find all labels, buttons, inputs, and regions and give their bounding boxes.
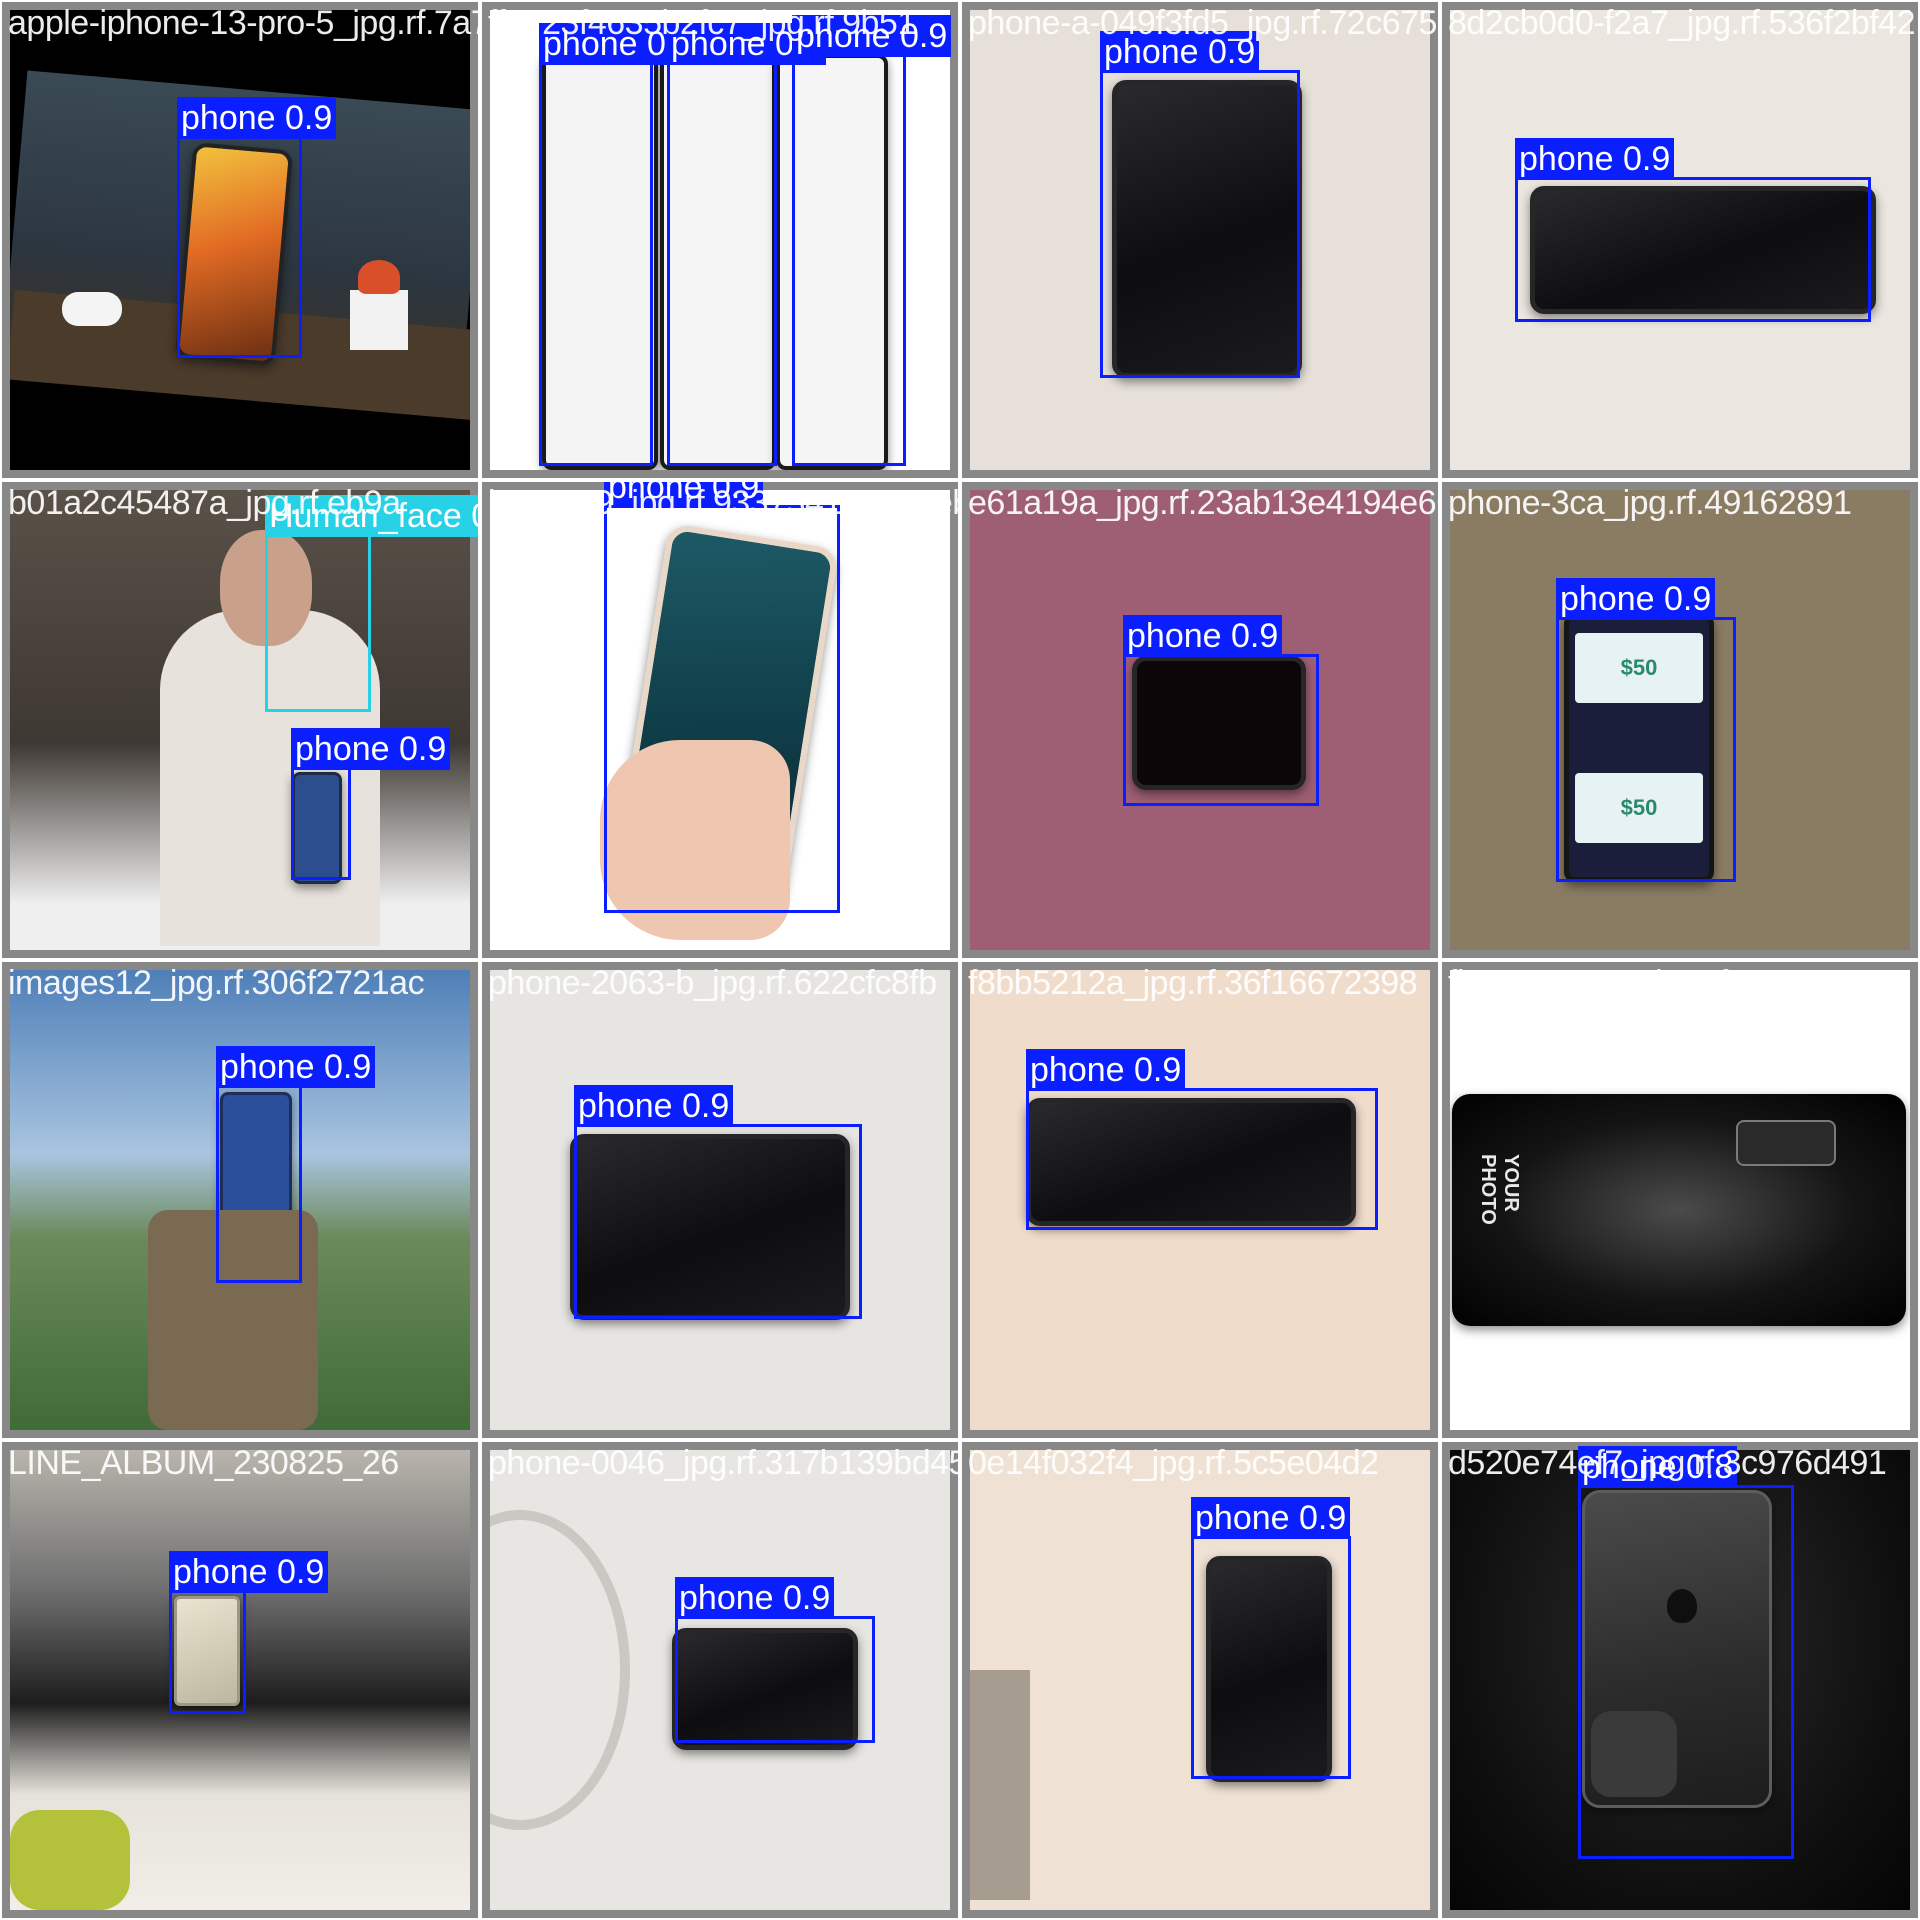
detection-label: phone 0.9 — [1556, 578, 1716, 620]
detection-box: phone 0.9 — [604, 482, 840, 913]
detection-label: phone 0.9 — [574, 1085, 734, 1127]
detection-label: phone 0.9 — [177, 97, 337, 139]
image-tile: phone 0.9 images9_jpg.rf.933734122657eb — [480, 480, 960, 960]
image-tile: YOUR PHOTO fine-23c528c_jpg.rf.0613e2e45 — [1440, 960, 1920, 1440]
image-filename: images12_jpg.rf.306f2721ac — [8, 964, 425, 1002]
detection-box: phone 0.9 — [169, 1551, 329, 1714]
image-tile: phone 0.9 phone-0046_jpg.rf.317b139bd45 — [480, 1440, 960, 1920]
image-tile: phone 0.9 e61a19a_jpg.rf.23ab13e4194e663… — [960, 480, 1440, 960]
image-filename: 8d2cb0d0-f2a7_jpg.rf.536f2bf42 — [1448, 4, 1916, 42]
image-filename: apple-iphone-13-pro-5_jpg.rf.7a71d8bd3ab… — [8, 4, 478, 42]
image-filename: e61a19a_jpg.rf.23ab13e4194e66337 — [968, 484, 1438, 522]
green-object — [10, 1810, 130, 1910]
detection-label: phone 0.9 — [291, 728, 451, 770]
image-tile: Human_face 0.8 phone 0.9 b01a2c45487a_jp… — [0, 480, 480, 960]
detection-box: phone 0.9 — [539, 23, 699, 466]
image-filename: 0e14f032f4_jpg.rf.5c5e04d2 — [968, 1444, 1379, 1482]
detection-box: phone 0.9 — [1100, 31, 1300, 378]
fabric — [970, 1670, 1030, 1900]
detection-box: phone 0.9 — [291, 728, 451, 880]
detection-box: phone 0.9 — [177, 97, 337, 358]
detection-box: phone 0.9 — [792, 15, 952, 466]
image-filename: phone-3ca_jpg.rf.49162891 — [1448, 484, 1852, 522]
detection-box: phone 0.8 — [1578, 1446, 1794, 1859]
detection-label: phone 0.9 — [1191, 1497, 1351, 1539]
detection-box: phone 0.9 — [1026, 1049, 1378, 1230]
detection-box: phone 0.9 — [1123, 615, 1319, 806]
detection-label: phone 0.9 — [216, 1046, 376, 1088]
image-tile: phone 0.9 phone-a-049f3fd5_jpg.rf.72c675… — [960, 0, 1440, 480]
image-filename: phone-a-049f3fd5_jpg.rf.72c675d220dc5812… — [968, 4, 1440, 42]
detection-label: phone 0.9 — [1026, 1049, 1186, 1091]
image-tile: phone 0.9 8d2cb0d0-f2a7_jpg.rf.536f2bf42 — [1440, 0, 1920, 480]
image-tile: phone 0.9 apple-iphone-13-pro-5_jpg.rf.7… — [0, 0, 480, 480]
case-print-text: YOUR PHOTO — [1477, 1154, 1522, 1225]
detection-box: phone 0.9 — [1515, 138, 1871, 322]
image-filename: d520e74ef7_jpg.rf.3c976d491 — [1448, 1444, 1887, 1482]
image-filename: phone-0046_jpg.rf.317b139bd45 — [488, 1444, 960, 1482]
detection-label: phone 0.9 — [1515, 138, 1675, 180]
camera-module — [1736, 1120, 1836, 1166]
image-tile: phone 0.9 f8bb5212a_jpg.rf.36f16672398 — [960, 960, 1440, 1440]
photo — [10, 490, 470, 950]
plant — [358, 260, 400, 294]
detection-box: phone 0.9 — [1556, 578, 1736, 882]
image-filename: b01a2c45487a_jpg.rf.eb9a — [8, 484, 401, 522]
detection-box: phone 0.9 — [216, 1046, 376, 1283]
airpods-case — [62, 292, 122, 326]
plant-pot — [350, 290, 408, 350]
detection-box: phone 0.9 — [1191, 1497, 1351, 1779]
image-filename: ff6723f4635b2fc7_jpg.rf.9b51 — [488, 4, 916, 42]
image-filename: f8bb5212a_jpg.rf.36f16672398 — [968, 964, 1418, 1002]
image-tile: phone 0.9 LINE_ALBUM_230825_26 — [0, 1440, 480, 1920]
detection-label: phone 0.9 — [675, 1577, 835, 1619]
image-filename: LINE_ALBUM_230825_26 — [8, 1444, 399, 1482]
image-tile: phone 0.9 phone-2063-b_jpg.rf.622cfc8fb — [480, 960, 960, 1440]
image-filename: images9_jpg.rf.933734122657eb — [488, 484, 960, 522]
image-filename: fine-23c528c_jpg.rf.0613e2e45 — [1448, 964, 1903, 1002]
detection-box: phone 0.9 — [667, 23, 827, 466]
detection-label: phone 0.9 — [169, 1551, 329, 1593]
face-detection-box: Human_face 0.8 — [265, 495, 478, 712]
phone-case-photo: YOUR PHOTO — [1452, 1094, 1906, 1326]
image-tile: phone 0.9 0e14f032f4_jpg.rf.5c5e04d2 — [960, 1440, 1440, 1920]
plate — [490, 1510, 630, 1830]
photo: YOUR PHOTO — [1450, 970, 1910, 1430]
image-tile: $50 $50 phone 0.9 phone-3ca_jpg.rf.49162… — [1440, 480, 1920, 960]
detection-box: phone 0.9 — [675, 1577, 875, 1743]
image-tile: phone 0.9 images12_jpg.rf.306f2721ac — [0, 960, 480, 1440]
image-tile: phone 0.8 d520e74ef7_jpg.rf.3c976d491 — [1440, 1440, 1920, 1920]
detection-label: phone 0.9 — [1123, 615, 1283, 657]
image-tile: phone 0.9 phone 0.9 phone 0.9 ff6723f463… — [480, 0, 960, 480]
image-filename: phone-2063-b_jpg.rf.622cfc8fb — [488, 964, 937, 1002]
detection-grid: phone 0.9 apple-iphone-13-pro-5_jpg.rf.7… — [0, 0, 1920, 1920]
detection-box: phone 0.9 — [574, 1085, 862, 1319]
